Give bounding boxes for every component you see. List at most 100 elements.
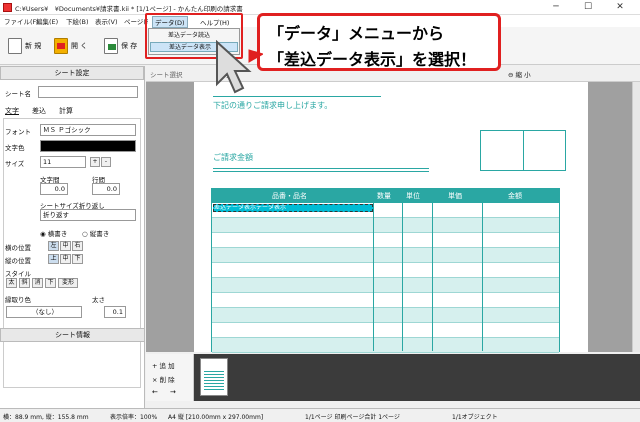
vertical-radio-label: 縦書き xyxy=(89,230,110,238)
size-select[interactable]: 11 xyxy=(40,156,86,168)
sheet-select-tool[interactable]: シート選択 xyxy=(150,69,183,79)
add-page-label: 追 加 xyxy=(159,362,175,370)
horizontal-radio[interactable]: ◉ 横書き xyxy=(40,228,67,238)
open-button[interactable]: 開 く xyxy=(54,33,87,59)
callout-line-1: 「データ」メニューから xyxy=(268,24,445,43)
maximize-button[interactable]: ☐ xyxy=(576,0,600,15)
page-info: 1/1ページ 印刷ページ合計 1ページ xyxy=(305,414,400,421)
add-page-button[interactable]: + 追 加 xyxy=(152,360,175,370)
table-row xyxy=(212,263,559,278)
align-center-button[interactable]: 中 xyxy=(60,241,71,251)
align-top-button[interactable]: 上 xyxy=(48,254,59,264)
border-color-select[interactable]: （なし） xyxy=(6,306,82,318)
italic-button[interactable]: 斜 xyxy=(19,278,30,288)
size-minus-button[interactable]: - xyxy=(101,157,111,167)
vertical-scrollbar[interactable] xyxy=(632,82,640,352)
line-spacing-input[interactable]: 0.0 xyxy=(92,183,120,195)
col-header-amount: 金額 xyxy=(508,192,522,200)
page-thumbnail[interactable] xyxy=(200,358,228,396)
align-right-button[interactable]: 右 xyxy=(72,241,83,251)
delete-page-button[interactable]: × 削 除 xyxy=(152,374,175,384)
col-header-item: 品番・品名 xyxy=(272,192,307,200)
greeting-text: 下記の通りご請求申し上げます。 xyxy=(213,101,333,110)
tab-text[interactable]: 文字 xyxy=(5,106,19,116)
document-canvas[interactable]: 下記の通りご請求申し上げます。 ご請求金額 品番・品名 数量 単位 単価 金額 … xyxy=(146,82,632,353)
horizontal-radio-label: 横書き xyxy=(47,230,68,238)
table-row xyxy=(212,293,559,308)
align-bottom-button[interactable]: 下 xyxy=(72,254,83,264)
amount-rule-top xyxy=(213,168,429,169)
menu-file[interactable]: ファイル(F) xyxy=(4,16,39,26)
invoice-table: 品番・品名 数量 単位 単価 金額 差込データ表示データ表示 xyxy=(211,188,560,353)
save-icon xyxy=(104,38,118,54)
table-row xyxy=(212,248,559,263)
new-button-label: 新 規 xyxy=(25,42,42,50)
new-button[interactable]: 新 規 xyxy=(8,33,41,59)
align-middle-button[interactable]: 中 xyxy=(60,254,71,264)
zoom-level: 表示倍率：100% xyxy=(110,414,158,421)
col-header-unit: 単位 xyxy=(406,192,420,200)
mouse-pointer-icon xyxy=(216,40,263,94)
table-row xyxy=(212,338,559,353)
paper-size: A4 縦 [210.00mm x 297.00mm] xyxy=(168,414,264,421)
underline-button[interactable]: 下 xyxy=(45,278,56,288)
cursor-position: 横：88.9 mm, 縦：155.8 mm xyxy=(3,414,89,421)
app-icon xyxy=(3,3,12,12)
amount-rule-bottom xyxy=(213,171,429,172)
status-bar: 横：88.9 mm, 縦：155.8 mm 表示倍率：100% A4 縦 [21… xyxy=(0,408,640,422)
h-align-label: 横の位置 xyxy=(5,244,31,252)
page-thumbnail-strip: + 追 加 × 削 除 ← → xyxy=(146,354,640,401)
panel-header: シート設定 xyxy=(0,66,144,80)
callout-line-2: 「差込データ表示」を選択！ xyxy=(268,50,477,69)
thickness-input[interactable]: 0.1 xyxy=(104,306,126,318)
size-plus-button[interactable]: + xyxy=(90,157,100,167)
char-spacing-input[interactable]: 0.0 xyxy=(40,183,68,195)
menu-background[interactable]: 下絵(B) xyxy=(66,16,89,26)
tab-calc[interactable]: 計算 xyxy=(59,106,73,116)
menu-edit[interactable]: 編集(E) xyxy=(36,16,58,26)
sheet-info-header[interactable]: シート情報 xyxy=(0,328,145,342)
save-button-label: 保 存 xyxy=(121,42,138,50)
sheet-name-input[interactable] xyxy=(38,86,138,98)
sheet-settings-panel: シート設定 シート名 文字 差込 計算 フォント ＭＳ Ｐゴシック 文字色 サイ… xyxy=(0,66,145,408)
col-header-quantity: 数量 xyxy=(377,192,391,200)
table-header-row: 品番・品名 数量 単位 単価 金額 xyxy=(212,189,559,203)
table-row xyxy=(212,323,559,338)
window-title: C:¥Users¥ ¥Documents¥請求書.kii * [1/1ページ] … xyxy=(15,5,243,13)
font-select[interactable]: ＭＳ Ｐゴシック xyxy=(40,124,136,136)
close-button[interactable]: ✕ xyxy=(608,0,632,15)
size-label: サイズ xyxy=(5,160,25,168)
style-label: スタイル xyxy=(5,270,31,278)
amount-label: ご請求金額 xyxy=(213,153,253,162)
menu-view[interactable]: 表示(V) xyxy=(95,16,118,26)
table-column-divider xyxy=(432,189,433,351)
open-button-label: 開 く xyxy=(71,42,88,50)
open-folder-icon xyxy=(54,38,68,54)
border-color-label: 縁取り色 xyxy=(5,296,31,304)
table-row xyxy=(212,218,559,233)
new-document-icon xyxy=(8,38,22,54)
prev-page-button[interactable]: ← xyxy=(152,388,158,396)
vertical-radio[interactable]: ○ 縦書き xyxy=(82,228,109,238)
delete-page-label: 削 除 xyxy=(159,376,175,384)
strikethrough-button[interactable]: 消 xyxy=(32,278,43,288)
bold-button[interactable]: 太 xyxy=(6,278,17,288)
minimize-button[interactable]: ─ xyxy=(544,0,568,15)
transform-button[interactable]: 変形 xyxy=(58,278,78,288)
instruction-callout: 「データ」メニューから 「差込データ表示」を選択！ xyxy=(257,13,501,71)
table-row xyxy=(212,308,559,323)
selected-text-sheet[interactable]: 差込データ表示データ表示 xyxy=(213,204,373,212)
v-align-label: 縦の位置 xyxy=(5,257,31,265)
zoom-out-button[interactable]: ⊖ 縮 小 xyxy=(508,69,531,79)
zoom-out-icon: ⊖ xyxy=(508,71,514,79)
text-color-select[interactable] xyxy=(40,140,136,152)
next-page-button[interactable]: → xyxy=(170,388,176,396)
page-controls: + 追 加 × 削 除 ← → xyxy=(146,354,194,401)
align-left-button[interactable]: 左 xyxy=(48,241,59,251)
tab-merge[interactable]: 差込 xyxy=(32,106,46,116)
wrap-select[interactable]: 折り返す xyxy=(40,209,136,221)
thickness-label: 太さ xyxy=(92,296,105,304)
stamp-box xyxy=(480,130,566,171)
table-column-divider xyxy=(373,189,374,351)
save-button[interactable]: 保 存 xyxy=(104,33,137,59)
